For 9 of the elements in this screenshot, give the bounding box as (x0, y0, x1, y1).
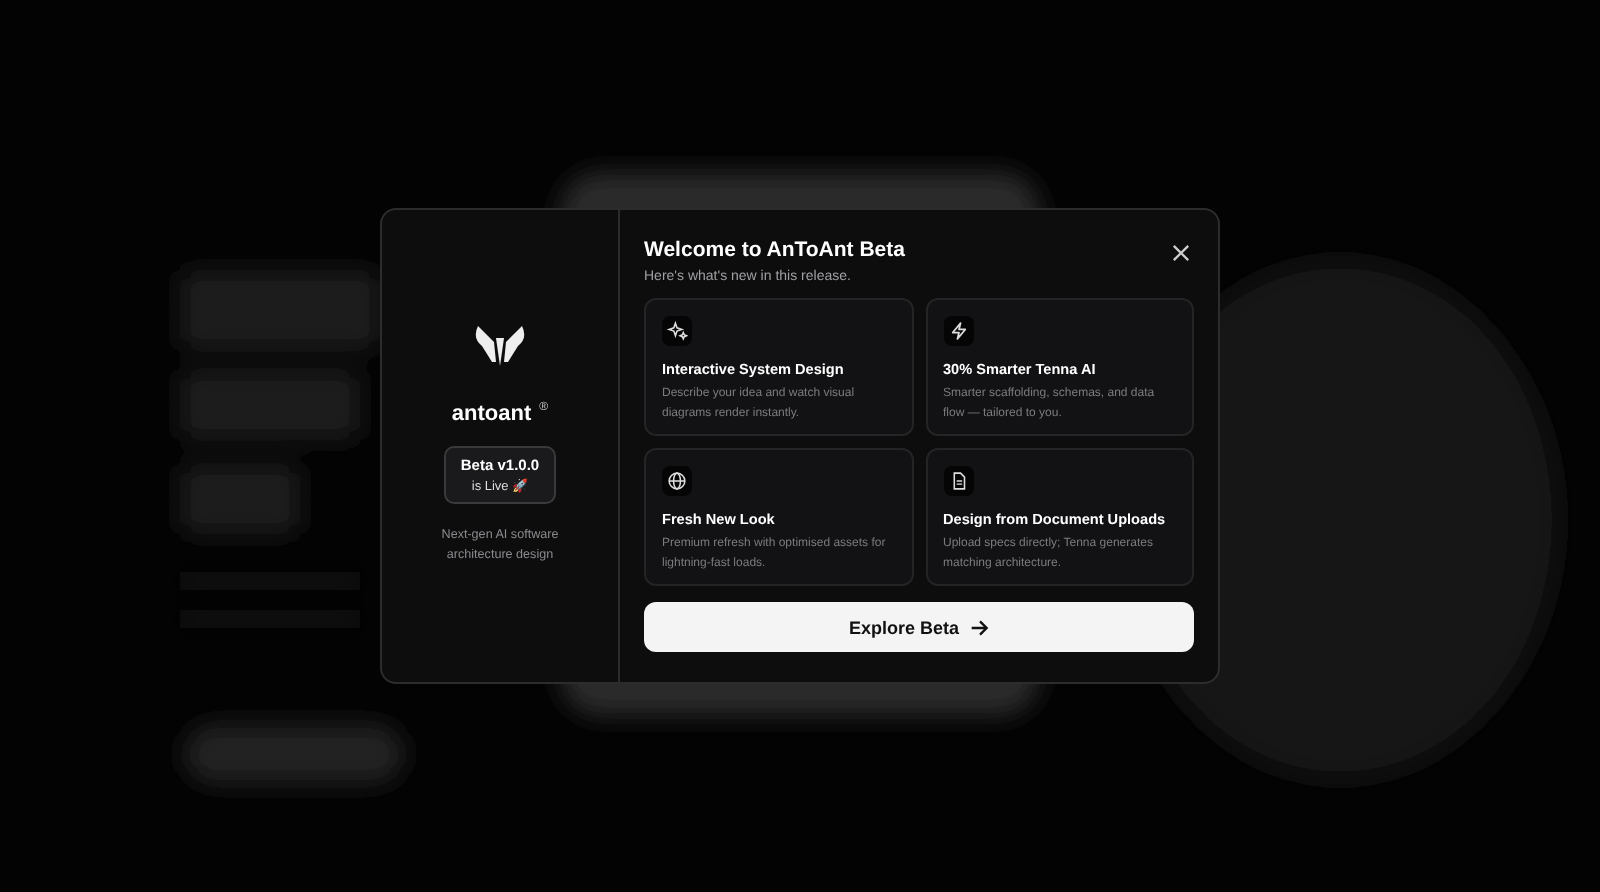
arrow-right-icon (969, 617, 990, 637)
close-button[interactable] (1168, 240, 1194, 266)
explore-beta-button[interactable]: Explore Beta (644, 602, 1194, 652)
dialog-title: Welcome to AnToAnt Beta (644, 238, 905, 262)
brand-name: antoant (451, 402, 532, 426)
sparkles-icon (662, 316, 692, 346)
lightning-icon (943, 316, 973, 346)
document-icon (943, 466, 973, 496)
globe-icon (662, 466, 692, 496)
